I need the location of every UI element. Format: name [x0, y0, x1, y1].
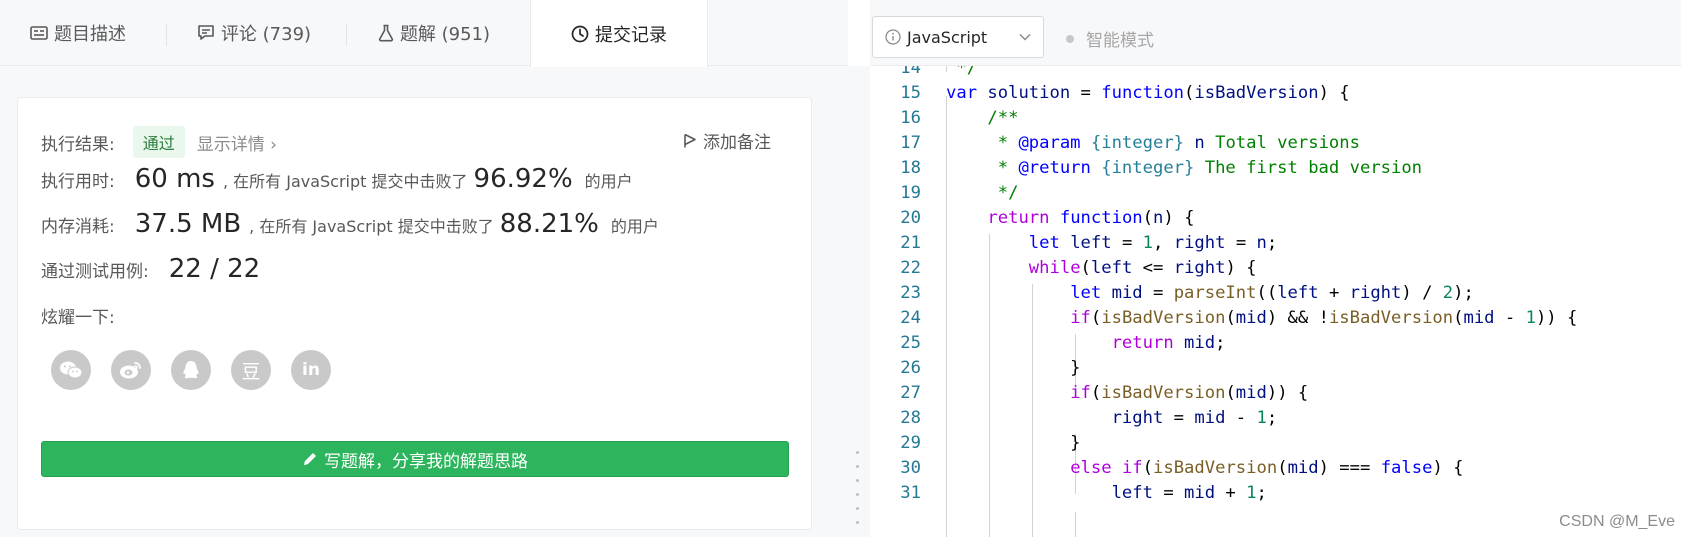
clock-icon [571, 25, 589, 43]
flask-icon [378, 24, 394, 42]
editor-panel: 14 */ 15 var solution = function(isBadVer… [870, 0, 1681, 537]
wechat-icon[interactable] [51, 350, 91, 390]
douban-icon[interactable]: 豆 [231, 350, 271, 390]
smart-mode-label: 智能模式 [1086, 31, 1154, 51]
share-row: 炫耀一下: [41, 303, 115, 328]
tab-solutions[interactable]: 题解 (951) [356, 0, 512, 66]
tab-divider [346, 24, 347, 46]
memory-percent: 88.21% [499, 209, 599, 239]
language-value: JavaScript [907, 27, 988, 47]
tests-value: 22 / 22 [168, 254, 261, 284]
tab-description-label: 题目描述 [54, 24, 126, 45]
result-row: 执行结果: 通过 显示详情 › [41, 126, 277, 158]
code-editor[interactable]: 14 */ 15 var solution = function(isBadVer… [870, 56, 1681, 537]
left-panel: 题目描述 评论 (739) 题解 (951) 提交记录 执行结果: 通过 显示详… [0, 0, 848, 537]
add-note-label: 添加备注 [703, 133, 771, 153]
write-solution-label: 写题解，分享我的解题思路 [324, 451, 528, 472]
linkedin-icon[interactable]: in [291, 350, 331, 390]
runtime-suffix: 的用户 [584, 172, 633, 191]
tests-label: 通过测试用例: [41, 262, 149, 282]
tab-submissions[interactable]: 提交记录 [530, 0, 708, 67]
runtime-value: 60 ms [134, 164, 215, 194]
runtime-label: 执行用时: [41, 172, 115, 192]
flag-icon [684, 133, 696, 147]
tab-solutions-label: 题解 (951) [399, 24, 491, 45]
status-badge: 通过 [132, 126, 185, 158]
tab-comments[interactable]: 评论 (739) [176, 0, 332, 66]
douban-glyph: 豆 [241, 360, 261, 383]
tests-row: 通过测试用例: 22 / 22 [41, 254, 268, 284]
drag-handle-icon [856, 451, 860, 535]
tab-comments-label: 评论 (739) [220, 24, 312, 45]
pencil-icon [304, 453, 316, 465]
share-buttons: 豆 in [51, 350, 351, 390]
memory-label: 内存消耗: [41, 217, 115, 237]
memory-text: , 在所有 JavaScript 提交中击败了 [249, 217, 494, 236]
description-icon [30, 25, 48, 41]
indent-guide [1075, 512, 1076, 537]
editor-toolbar: JavaScript 智能模式 [870, 0, 1681, 66]
tab-bar: 题目描述 评论 (739) 题解 (951) 提交记录 [0, 0, 848, 67]
chevron-down-icon [1019, 33, 1031, 41]
qq-icon[interactable] [171, 350, 211, 390]
submission-result-card: 执行结果: 通过 显示详情 › 添加备注 执行用时: 60 ms , 在所有 J… [17, 97, 812, 530]
panel-splitter[interactable] [848, 66, 870, 537]
share-label: 炫耀一下: [41, 308, 115, 328]
tab-submissions-label: 提交记录 [595, 24, 667, 46]
weibo-icon[interactable] [111, 350, 151, 390]
language-select[interactable]: JavaScript [872, 16, 1044, 58]
runtime-row: 执行用时: 60 ms , 在所有 JavaScript 提交中击败了 96.9… [41, 164, 633, 194]
linkedin-glyph: in [302, 360, 320, 380]
result-label: 执行结果: [41, 134, 115, 155]
watermark: CSDN @M_Eve [1559, 513, 1675, 530]
tab-divider [166, 24, 167, 46]
comment-icon [197, 24, 215, 42]
status-dot-icon [1066, 34, 1074, 43]
tab-description[interactable]: 题目描述 [0, 0, 156, 66]
add-note-button[interactable]: 添加备注 [683, 128, 771, 153]
runtime-text: , 在所有 JavaScript 提交中击败了 [222, 172, 468, 191]
info-icon [885, 29, 901, 45]
memory-value: 37.5 MB [134, 209, 242, 239]
smart-mode-toggle[interactable]: 智能模式 [1066, 26, 1154, 51]
runtime-percent: 96.92% [473, 164, 573, 194]
memory-row: 内存消耗: 37.5 MB , 在所有 JavaScript 提交中击败了 88… [41, 209, 659, 239]
memory-suffix: 的用户 [610, 217, 659, 236]
show-details-link[interactable]: 显示详情 › [197, 130, 277, 155]
write-solution-button[interactable]: 写题解，分享我的解题思路 [41, 441, 789, 477]
